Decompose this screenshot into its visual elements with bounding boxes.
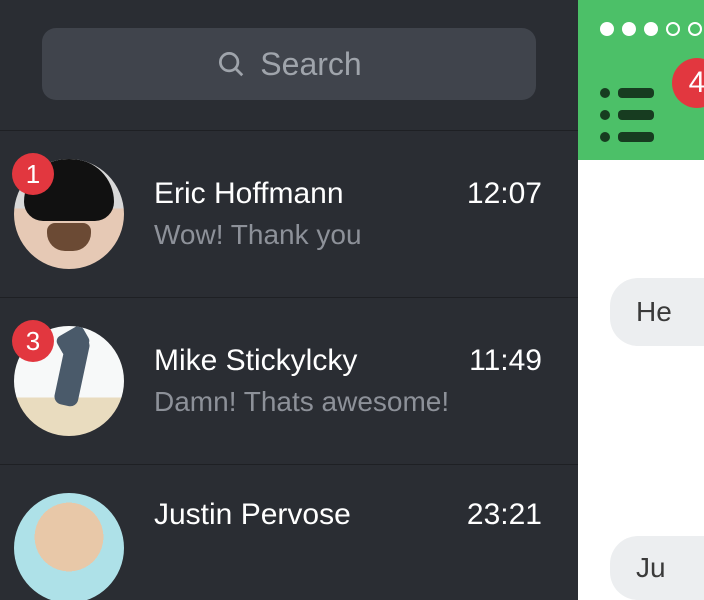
conversation-item[interactable]: Justin Pervose 23:21 bbox=[0, 464, 578, 537]
conversation-item[interactable]: 1 Eric Hoffmann 12:07 Wow! Thank you bbox=[0, 130, 578, 297]
search-input[interactable]: Search bbox=[42, 28, 536, 100]
conversation-text: Mike Stickylcky 11:49 Damn! Thats awesom… bbox=[154, 344, 542, 418]
conversation-item[interactable]: 3 Mike Stickylcky 11:49 Damn! Thats awes… bbox=[0, 297, 578, 464]
message-bubble: Ju bbox=[610, 536, 704, 600]
chat-body: He Ju bbox=[578, 160, 704, 600]
contact-name: Eric Hoffmann bbox=[154, 177, 344, 211]
unread-badge: 3 bbox=[12, 320, 54, 362]
chat-panel: 4 He Ju bbox=[578, 0, 704, 600]
message-preview: Damn! Thats awesome! bbox=[154, 386, 542, 418]
status-bar-signal-icon bbox=[600, 22, 702, 36]
timestamp: 12:07 bbox=[467, 177, 542, 211]
conversation-text: Justin Pervose 23:21 bbox=[154, 498, 542, 532]
conversations-sidebar: Search 1 Eric Hoffmann 12:07 Wow! Thank … bbox=[0, 0, 578, 600]
avatar-container bbox=[14, 493, 124, 537]
avatar bbox=[14, 493, 124, 600]
unread-badge: 1 bbox=[12, 153, 54, 195]
contact-name: Justin Pervose bbox=[154, 498, 351, 532]
conversation-list: 1 Eric Hoffmann 12:07 Wow! Thank you 3 M… bbox=[0, 130, 578, 537]
search-icon bbox=[216, 49, 246, 79]
timestamp: 11:49 bbox=[469, 344, 542, 378]
message-preview: Wow! Thank you bbox=[154, 219, 542, 251]
message-bubble: He bbox=[610, 278, 704, 346]
unread-badge: 4 bbox=[672, 58, 704, 108]
search-container: Search bbox=[0, 0, 578, 130]
avatar-container: 3 bbox=[14, 326, 124, 436]
conversation-text: Eric Hoffmann 12:07 Wow! Thank you bbox=[154, 177, 542, 251]
timestamp: 23:21 bbox=[467, 498, 542, 532]
avatar-container: 1 bbox=[14, 159, 124, 269]
menu-list-icon[interactable] bbox=[600, 88, 654, 142]
search-placeholder: Search bbox=[260, 46, 361, 83]
chat-header: 4 bbox=[578, 0, 704, 160]
contact-name: Mike Stickylcky bbox=[154, 344, 357, 378]
